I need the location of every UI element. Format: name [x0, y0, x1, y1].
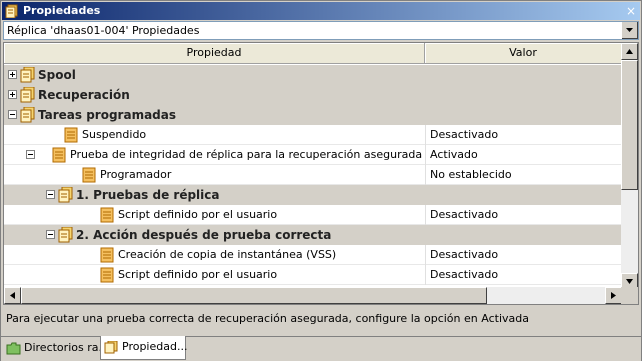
property-grid: Propiedad Valor Spool Recuperación Tareas … — [3, 42, 639, 305]
tab-properties[interactable]: Propiedad... — [100, 336, 188, 360]
combo-dropdown-button[interactable] — [621, 22, 638, 39]
property-name-cell[interactable]: Creación de copia de instantánea (VSS) — [4, 245, 424, 265]
arrow-up-icon — [626, 49, 633, 54]
scroll-right-button[interactable] — [605, 287, 622, 304]
category-row[interactable]: Recuperación — [4, 85, 622, 105]
property-name-cell[interactable]: Prueba de integridad de réplica para la … — [4, 145, 424, 165]
tab-root-directories[interactable]: Directorios ra... — [3, 337, 109, 360]
scroll-left-button[interactable] — [4, 287, 21, 304]
close-icon[interactable]: × — [624, 4, 638, 18]
property-value-cell[interactable]: Desactivado — [425, 205, 622, 225]
property-value-cell[interactable]: Activado — [425, 145, 622, 165]
bottom-tab-bar: Directorios ra... Propiedad... — [1, 336, 641, 361]
property-rows: Spool Recuperación Tareas programadas Suspe… — [4, 65, 622, 290]
window-title: Propiedades — [23, 4, 101, 17]
tab-label: Directorios ra... — [24, 341, 109, 354]
arrow-down-icon — [626, 279, 633, 284]
object-selector-combo[interactable]: Réplica 'dhaas01-004' Propiedades — [3, 21, 639, 40]
property-name-cell[interactable]: Tareas programadas — [4, 105, 424, 125]
collapse-icon[interactable] — [26, 150, 35, 159]
scroll-corner — [621, 287, 638, 304]
property-name-cell[interactable]: Recuperación — [4, 85, 424, 105]
arrow-right-icon — [611, 292, 616, 299]
horizontal-scroll-thumb[interactable] — [21, 287, 487, 304]
property-name-cell[interactable]: 2. Acción después de prueba correcta — [4, 225, 424, 245]
property-name-cell[interactable]: Suspendido — [4, 125, 424, 145]
property-icon — [52, 147, 66, 163]
property-label: Prueba de integridad de réplica para la … — [70, 148, 423, 161]
vertical-scroll-thumb[interactable] — [621, 60, 638, 190]
expand-icon[interactable] — [8, 70, 17, 79]
property-label: Script definido por el usuario — [118, 268, 278, 281]
property-label: Spool — [38, 68, 76, 82]
status-description: Para ejecutar una prueba correcta de rec… — [6, 312, 529, 325]
property-value-cell — [425, 225, 622, 245]
property-value-cell — [425, 105, 622, 125]
property-row[interactable]: Prueba de integridad de réplica para la … — [4, 145, 622, 165]
property-row[interactable]: Suspendido Desactivado — [4, 125, 622, 145]
property-group-icon — [20, 67, 35, 83]
horizontal-scrollbar[interactable] — [4, 287, 622, 304]
property-value-cell[interactable]: Desactivado — [425, 265, 622, 285]
property-group-icon — [58, 187, 73, 203]
tab-label: Propiedad... — [122, 340, 188, 353]
property-label: 2. Acción después de prueba correcta — [76, 228, 332, 242]
expand-icon[interactable] — [8, 90, 17, 99]
property-name-cell[interactable]: Spool — [4, 65, 424, 85]
property-icon — [100, 247, 114, 263]
collapse-icon[interactable] — [46, 190, 55, 199]
property-group-icon — [20, 107, 35, 123]
arrow-left-icon — [10, 292, 15, 299]
properties-icon — [104, 341, 118, 354]
property-icon — [64, 127, 78, 143]
object-selector-value: Réplica 'dhaas01-004' Propiedades — [7, 24, 200, 37]
property-label: Suspendido — [82, 128, 147, 141]
property-icon — [100, 267, 114, 283]
property-name-cell[interactable]: Script definido por el usuario — [4, 265, 424, 285]
property-group-icon — [20, 87, 35, 103]
property-group-icon — [58, 227, 73, 243]
title-bar[interactable]: Propiedades × — [2, 2, 640, 20]
property-label: Script definido por el usuario — [118, 208, 278, 221]
property-value-cell — [425, 65, 622, 85]
properties-window: Propiedades × Réplica 'dhaas01-004' Prop… — [0, 0, 642, 361]
property-label: Creación de copia de instantánea (VSS) — [118, 248, 337, 261]
property-name-cell[interactable]: 1. Pruebas de réplica — [4, 185, 424, 205]
property-value-cell — [425, 85, 622, 105]
collapse-icon[interactable] — [46, 230, 55, 239]
property-value-cell[interactable]: No establecido — [425, 165, 622, 185]
property-label: Recuperación — [38, 88, 130, 102]
category-row[interactable]: 2. Acción después de prueba correcta — [4, 225, 622, 245]
property-label: Tareas programadas — [38, 108, 176, 122]
property-row[interactable]: Script definido por el usuario Desactivad… — [4, 265, 622, 285]
column-header-value[interactable]: Valor — [425, 43, 622, 64]
property-name-cell[interactable]: Programador — [4, 165, 424, 185]
property-label: Programador — [100, 168, 172, 181]
property-row[interactable]: Script definido por el usuario Desactivad… — [4, 205, 622, 225]
category-row[interactable]: Tareas programadas — [4, 105, 622, 125]
property-value-cell[interactable]: Desactivado — [425, 245, 622, 265]
vertical-scrollbar[interactable] — [621, 43, 638, 290]
folder-icon — [6, 342, 21, 355]
property-row[interactable]: Programador No establecido — [4, 165, 622, 185]
property-row[interactable]: Creación de copia de instantánea (VSS) De… — [4, 245, 622, 265]
category-row[interactable]: 1. Pruebas de réplica — [4, 185, 622, 205]
property-value-cell — [425, 185, 622, 205]
scroll-up-button[interactable] — [621, 43, 638, 60]
collapse-icon[interactable] — [8, 110, 17, 119]
property-icon — [82, 167, 96, 183]
property-value-cell[interactable]: Desactivado — [425, 125, 622, 145]
properties-icon — [5, 4, 18, 18]
column-header-property[interactable]: Propiedad — [4, 43, 425, 64]
property-name-cell[interactable]: Script definido por el usuario — [4, 205, 424, 225]
category-row[interactable]: Spool — [4, 65, 622, 85]
property-label: 1. Pruebas de réplica — [76, 188, 220, 202]
chevron-down-icon — [626, 28, 633, 32]
property-icon — [100, 207, 114, 223]
